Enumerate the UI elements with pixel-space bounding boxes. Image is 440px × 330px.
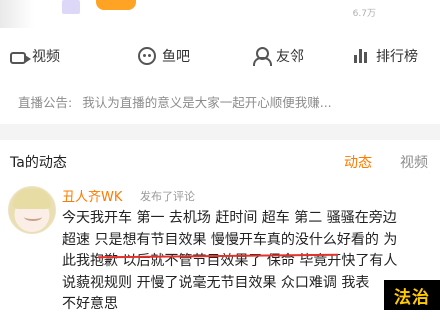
- profile-header-strip: 6.7万: [0, 0, 440, 28]
- fans-count: 6.7万: [352, 9, 376, 19]
- fish-icon: [138, 47, 156, 65]
- watermark-logo: 法治: [384, 280, 440, 310]
- rank-icon: [352, 47, 370, 65]
- nav-item-label: 排行榜: [376, 49, 418, 65]
- nav-item-fishbar[interactable]: 鱼吧: [138, 46, 190, 66]
- tab-dynamics[interactable]: 动态: [344, 152, 372, 172]
- nav-item-label: 鱼吧: [162, 49, 190, 65]
- post-line: 不好意思: [62, 296, 118, 312]
- level-badge: [62, 0, 80, 14]
- dynamics-title: Ta的动态: [10, 155, 67, 171]
- post-line: 超速 只是想有节目效果 慢慢开车真的没什么好看的 为: [62, 231, 398, 248]
- post-line: 说藐视规则 开慢了说毫无节目效果 众口难调 我表: [62, 274, 370, 291]
- video-icon: [10, 51, 31, 64]
- nav-item-label: 友邻: [276, 49, 304, 65]
- avatar[interactable]: [8, 186, 56, 234]
- post-action: 发布了评论: [140, 190, 195, 203]
- live-announcement[interactable]: 直播公告: 我认为直播的意义是大家一起开心顺便我赚...: [18, 92, 332, 111]
- tab-videos[interactable]: 视频: [400, 152, 428, 172]
- post-body: 今天我开车 第一 去机场 赶时间 超车 第二 骚骚在旁边 超速 只是想有节目效果…: [62, 208, 432, 316]
- nav-item-ranking[interactable]: 排行榜: [352, 46, 418, 66]
- nav-item-video[interactable]: 视频: [10, 46, 60, 66]
- follow-badge[interactable]: [96, 0, 136, 10]
- announcement-label: 直播公告:: [18, 95, 73, 110]
- header-fade: [0, 0, 34, 28]
- section-divider: [0, 124, 440, 140]
- post-line: 今天我开车 第一 去机场 赶时间 超车 第二 骚骚在旁边: [62, 210, 397, 226]
- post-author[interactable]: 丑人齐WK: [62, 186, 122, 205]
- watermark-text: 法治: [394, 287, 430, 308]
- nav-item-friends[interactable]: 友邻: [252, 46, 304, 66]
- announcement-text: 我认为直播的意义是大家一起开心顺便我赚...: [82, 95, 332, 110]
- profile-nav: 视频 鱼吧 友邻 排行榜: [0, 40, 440, 74]
- nav-item-label: 视频: [32, 49, 60, 65]
- friend-icon: [252, 47, 272, 66]
